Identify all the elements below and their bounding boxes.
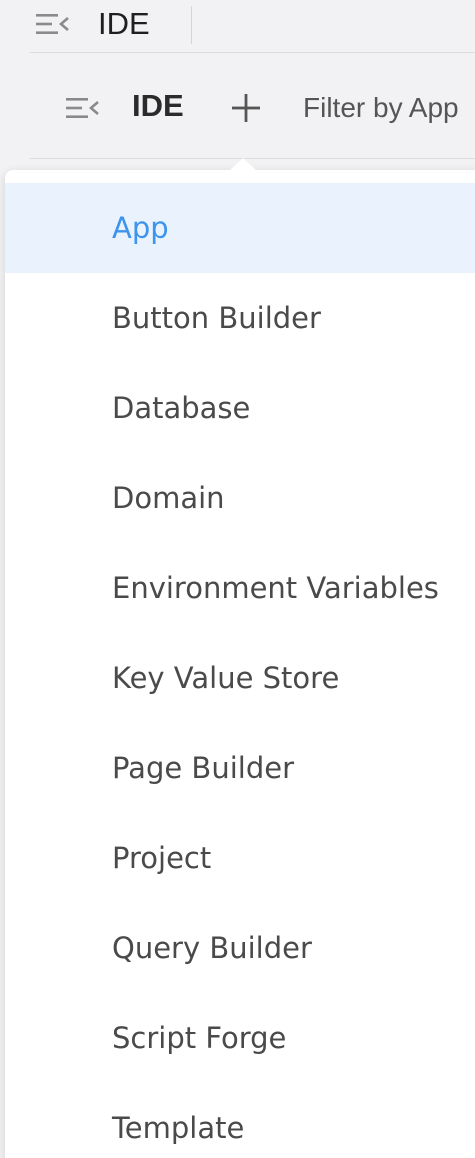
add-button[interactable] (230, 92, 262, 124)
dropdown-caret (229, 158, 257, 171)
dropdown-option-page-builder[interactable]: Page Builder (5, 723, 475, 813)
ide-screen: IDE IDE Filter by App App Button Builder… (0, 0, 475, 1158)
dropdown-option-template[interactable]: Template (5, 1083, 475, 1158)
menu-collapse-icon[interactable] (36, 12, 70, 40)
header-separator (30, 52, 475, 53)
dropdown-option-query-builder[interactable]: Query Builder (5, 903, 475, 993)
dropdown-option-database[interactable]: Database (5, 363, 475, 453)
dropdown-option-project[interactable]: Project (5, 813, 475, 903)
filter-by-app-select[interactable]: Filter by App (303, 88, 459, 128)
dropdown-option-app[interactable]: App (5, 183, 475, 273)
dropdown-option-key-value-store[interactable]: Key Value Store (5, 633, 475, 723)
dropdown-option-button-builder[interactable]: Button Builder (5, 273, 475, 363)
app-header: IDE (0, 0, 475, 50)
header-divider (191, 6, 192, 44)
dropdown-option-domain[interactable]: Domain (5, 453, 475, 543)
plus-icon (232, 94, 260, 122)
app-title: IDE (98, 6, 150, 41)
toolbar-title: IDE (132, 88, 184, 123)
menu-collapse-icon[interactable] (66, 96, 100, 124)
dropdown-option-environment-variables[interactable]: Environment Variables (5, 543, 475, 633)
dropdown-option-script-forge[interactable]: Script Forge (5, 993, 475, 1083)
ide-toolbar: IDE Filter by App (0, 54, 475, 160)
app-type-dropdown: App Button Builder Database Domain Envir… (5, 170, 475, 1158)
